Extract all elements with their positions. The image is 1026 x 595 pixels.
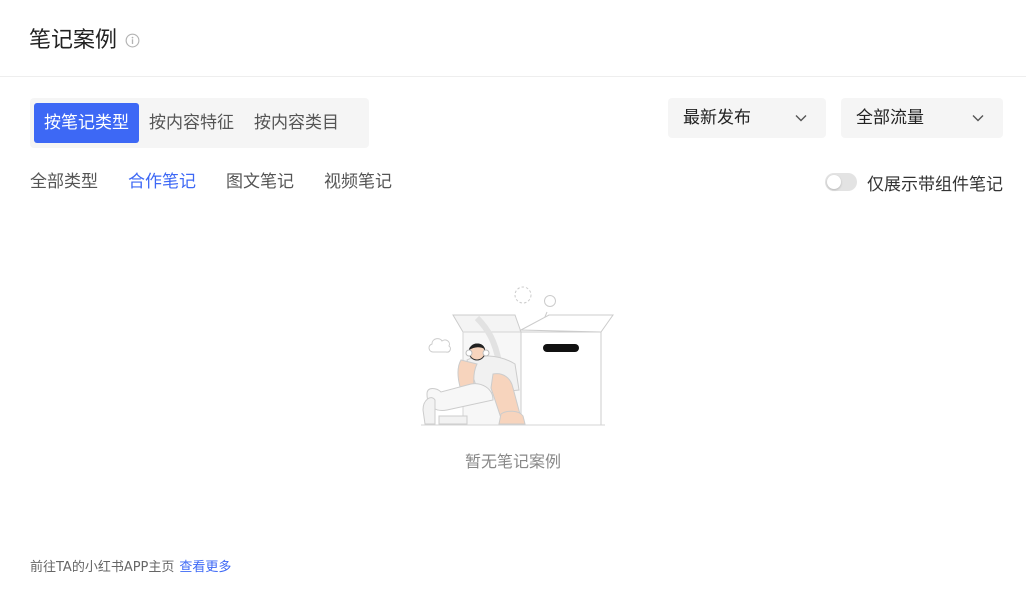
footer-text: 前往TA的小红书APP主页 bbox=[30, 560, 175, 575]
tab-by-note-type[interactable]: 按笔记类型 bbox=[34, 103, 139, 143]
sort-dropdown[interactable]: 最新发布 bbox=[668, 98, 826, 138]
traffic-dropdown-value: 全部流量 bbox=[856, 108, 924, 128]
empty-box-illustration bbox=[421, 286, 614, 426]
note-type-filters: 全部类型 合作笔记 图文笔记 视频笔记 bbox=[30, 168, 422, 196]
traffic-dropdown[interactable]: 全部流量 bbox=[841, 98, 1003, 138]
component-only-toggle-label: 仅展示带组件笔记 bbox=[867, 174, 1003, 195]
tab-by-content-feature[interactable]: 按内容特征 bbox=[139, 103, 244, 143]
filter-all-types[interactable]: 全部类型 bbox=[30, 168, 98, 196]
chevron-down-icon bbox=[972, 115, 984, 122]
info-circle-icon[interactable] bbox=[125, 33, 140, 48]
panel-header: 笔记案例 bbox=[0, 0, 1026, 77]
component-only-toggle-group: 仅展示带组件笔记 bbox=[825, 168, 1003, 196]
toggle-knob bbox=[827, 175, 841, 189]
chevron-down-icon bbox=[795, 115, 807, 122]
tab-by-content-category[interactable]: 按内容类目 bbox=[244, 103, 349, 143]
filter-image-text-notes[interactable]: 图文笔记 bbox=[226, 168, 294, 196]
sort-dropdown-value: 最新发布 bbox=[683, 108, 751, 128]
view-more-link[interactable]: 查看更多 bbox=[179, 560, 231, 575]
note-cases-panel: 笔记案例 按笔记类型 按内容特征 按内容类目 最新发布 全部流量 全部类型 合作… bbox=[0, 0, 1026, 595]
filter-video-notes[interactable]: 视频笔记 bbox=[324, 168, 392, 196]
empty-state-message: 暂无笔记案例 bbox=[464, 452, 561, 471]
footer-note: 前往TA的小红书APP主页 查看更多 bbox=[30, 558, 231, 578]
filter-cooperation-notes[interactable]: 合作笔记 bbox=[128, 168, 196, 196]
view-mode-tabs: 按笔记类型 按内容特征 按内容类目 bbox=[30, 98, 369, 148]
page-title: 笔记案例 bbox=[29, 28, 118, 53]
component-only-toggle[interactable] bbox=[825, 173, 857, 191]
